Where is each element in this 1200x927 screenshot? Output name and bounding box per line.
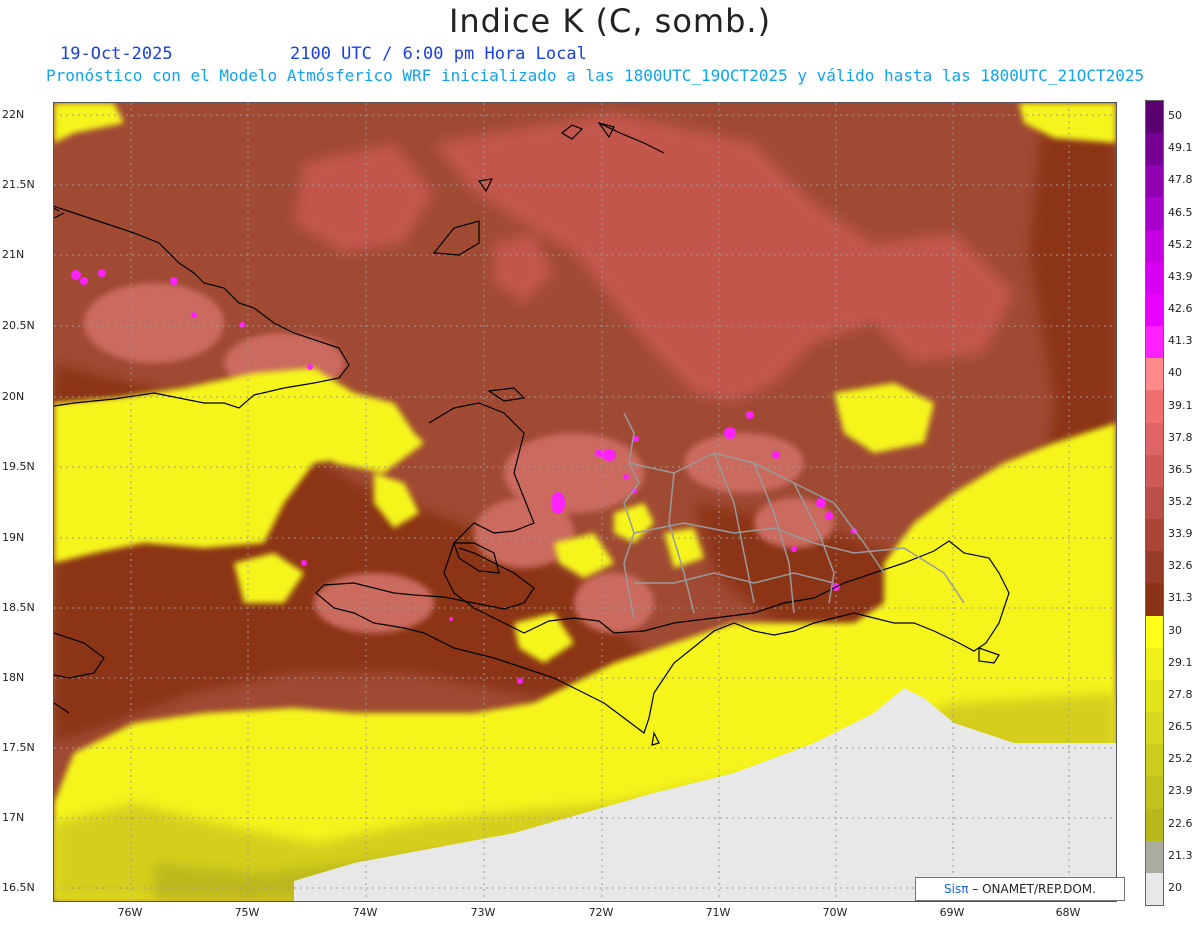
lon-label: 73W xyxy=(470,906,496,919)
colorbar-label: 47.8 xyxy=(1168,173,1193,187)
colorbar-segment xyxy=(1146,133,1163,166)
lat-label: 17N xyxy=(2,811,25,824)
colorbar-segment xyxy=(1146,872,1163,906)
colorbar-segment xyxy=(1146,358,1163,391)
colorbar-segment xyxy=(1146,197,1163,231)
colorbar-segment xyxy=(1146,551,1163,584)
forecast-date: 19-Oct-2025 xyxy=(60,44,173,64)
colorbar-label: 40 xyxy=(1168,366,1182,380)
colorbar-segment xyxy=(1146,486,1163,520)
credit-box: Sisπ – ONAMET/REP.DOM. xyxy=(915,877,1125,901)
colorbar-label: 35.2 xyxy=(1168,495,1193,508)
colorbar-segment xyxy=(1146,390,1163,424)
forecast-time: 2100 UTC / 6:00 pm Hora Local xyxy=(290,44,587,64)
lat-label: 18.5N xyxy=(2,601,35,614)
colorbar-label: 42.6 xyxy=(1168,302,1193,316)
lat-label: 19N xyxy=(2,531,25,544)
lat-label: 18N xyxy=(2,671,25,684)
colorbar-label: 32.6 xyxy=(1168,559,1193,573)
colorbar-label: 33.9 xyxy=(1168,527,1193,541)
colorbar-segment xyxy=(1146,519,1163,552)
colorbar-label: 49.1 xyxy=(1168,141,1193,155)
credit-text: – ONAMET/REP.DOM. xyxy=(972,882,1096,896)
lon-label: 71W xyxy=(705,906,731,919)
colorbar-label: 37.8 xyxy=(1168,430,1193,444)
colorbar-segment xyxy=(1146,229,1163,263)
colorbar-label: 20 xyxy=(1168,880,1182,894)
lat-label: 16.5N xyxy=(2,881,35,894)
colorbar-segment xyxy=(1146,326,1163,359)
chart-title: Indice K (C, somb.) xyxy=(448,2,772,40)
lon-label: 72W xyxy=(588,906,614,919)
lat-label: 22N xyxy=(2,108,25,121)
colorbar-label: 27.8 xyxy=(1168,687,1193,701)
lat-label: 20.5N xyxy=(2,319,35,332)
sis-logo-text: Sisπ xyxy=(944,882,969,896)
colorbar-segment xyxy=(1146,679,1163,713)
colorbar-segment xyxy=(1146,776,1163,810)
colorbar xyxy=(1145,100,1164,906)
colorbar-segment xyxy=(1146,101,1163,134)
lon-label: 70W xyxy=(822,906,848,919)
colorbar-label: 21.3 xyxy=(1168,848,1193,862)
model-info-line: Pronóstico con el Modelo Atmósferico WRF… xyxy=(46,66,1145,85)
colorbar-segment xyxy=(1146,744,1163,777)
colorbar-segment xyxy=(1146,647,1163,681)
colorbar-segment xyxy=(1146,293,1163,327)
colorbar-label: 43.9 xyxy=(1168,269,1193,283)
colorbar-segment xyxy=(1146,840,1163,874)
colorbar-label: 45.2 xyxy=(1168,237,1193,251)
colorbar-label: 29.1 xyxy=(1168,655,1193,669)
lat-label: 17.5N xyxy=(2,741,35,754)
colorbar-label: 50 xyxy=(1168,109,1182,123)
lat-label: 19.5N xyxy=(2,460,35,473)
colorbar-label: 46.5 xyxy=(1168,205,1193,219)
lon-label: 76W xyxy=(117,906,143,919)
colorbar-label: 23.9 xyxy=(1168,784,1193,798)
colorbar-label: 22.6 xyxy=(1168,816,1193,830)
colorbar-label: 31.3 xyxy=(1168,591,1193,605)
map-canvas xyxy=(54,103,1116,901)
colorbar-segment xyxy=(1146,422,1163,456)
colorbar-segment xyxy=(1146,712,1163,745)
map-panel xyxy=(53,102,1117,902)
colorbar-segment xyxy=(1146,165,1163,198)
colorbar-segment xyxy=(1146,808,1163,842)
lat-label: 21N xyxy=(2,248,25,261)
lon-label: 69W xyxy=(939,906,965,919)
colorbar-segment xyxy=(1146,261,1163,295)
colorbar-segment xyxy=(1146,583,1163,617)
colorbar-label: 41.3 xyxy=(1168,334,1193,348)
lon-label: 74W xyxy=(352,906,378,919)
lat-label: 21.5N xyxy=(2,178,35,191)
colorbar-segment xyxy=(1146,454,1163,488)
colorbar-label: 39.1 xyxy=(1168,398,1193,412)
colorbar-label: 36.5 xyxy=(1168,462,1193,476)
colorbar-segment xyxy=(1146,615,1163,649)
lon-label: 68W xyxy=(1055,906,1081,919)
colorbar-label: 30 xyxy=(1168,623,1182,637)
lon-label: 75W xyxy=(234,906,260,919)
lat-label: 20N xyxy=(2,390,25,403)
colorbar-label: 26.5 xyxy=(1168,720,1193,734)
colorbar-label: 25.2 xyxy=(1168,752,1193,766)
